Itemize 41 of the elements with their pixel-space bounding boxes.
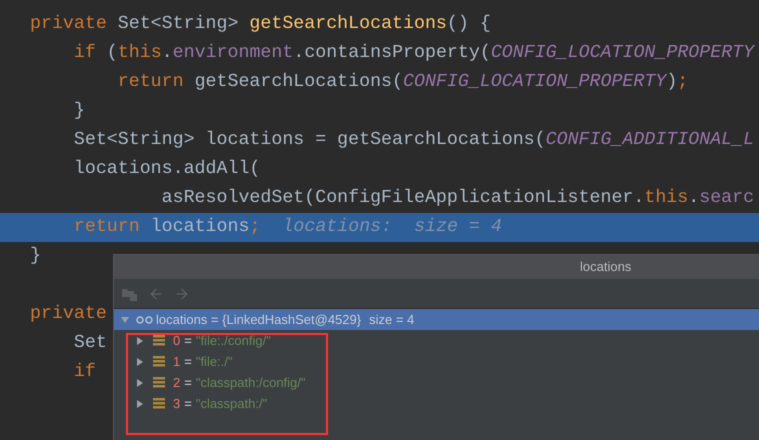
tree-row[interactable]: 0 = "file:./config/" xyxy=(114,330,759,351)
element-value: "file:./config/" xyxy=(196,332,271,350)
expand-arrow-icon[interactable] xyxy=(135,398,145,408)
element-value: "classpath:/config/" xyxy=(196,374,306,392)
element-index: 0 xyxy=(173,332,180,350)
code-line: Set<String> locations = getSearchLocations(CONFIG_ADDITIONAL_L xyxy=(72,128,754,152)
popup-title: locations xyxy=(580,258,632,276)
code-line: return getSearchLocations(CONFIG_LOCATION_PROPERTY); xyxy=(116,70,688,94)
code-line: locations.addAll( xyxy=(72,158,260,181)
expand-arrow-icon[interactable] xyxy=(135,336,145,346)
inline-value-hint: locations: size = 4 xyxy=(282,216,502,239)
expand-arrow-icon[interactable] xyxy=(135,356,145,366)
equals-sign: = xyxy=(184,374,192,392)
equals-sign: = xyxy=(184,352,192,371)
tree-row[interactable]: 2 = "classpath:/config/" xyxy=(114,372,759,393)
list-item-icon xyxy=(153,377,165,388)
tree-row[interactable]: 3 = "classpath:/" xyxy=(114,393,759,414)
list-item-icon xyxy=(153,335,165,346)
equals-sign: = xyxy=(184,332,192,350)
size-label: size = 4 xyxy=(369,310,414,329)
element-index: 3 xyxy=(173,394,180,413)
tree-row[interactable]: 1 = "file:./" xyxy=(114,351,759,372)
list-item-icon xyxy=(153,356,165,367)
code-line: } xyxy=(72,100,85,123)
code-line: } xyxy=(30,244,41,268)
code-line: private xyxy=(30,302,107,326)
watch-glasses-icon xyxy=(136,316,153,324)
expand-arrow-icon[interactable] xyxy=(135,378,145,388)
code-line: if xyxy=(72,360,96,384)
list-item-icon xyxy=(153,398,165,409)
element-value: "file:./" xyxy=(196,352,233,371)
variable-label: locations = {LinkedHashSet@4529} xyxy=(156,310,362,329)
code-line: return locations; xyxy=(72,216,260,239)
code-line: private Set<String> getSearchLocations() { xyxy=(30,12,491,36)
code-line: Set xyxy=(72,332,107,355)
element-value: "classpath:/" xyxy=(196,394,268,413)
code-line: asResolvedSet(ConfigFileApplicationListener.this.searc xyxy=(160,186,754,210)
element-index: 1 xyxy=(173,352,180,371)
code-line: if (this.environment.containsProperty(CONFIG_LOCATION_PROPERTY xyxy=(72,42,754,65)
element-index: 2 xyxy=(173,374,180,392)
equals-sign: = xyxy=(184,394,192,413)
